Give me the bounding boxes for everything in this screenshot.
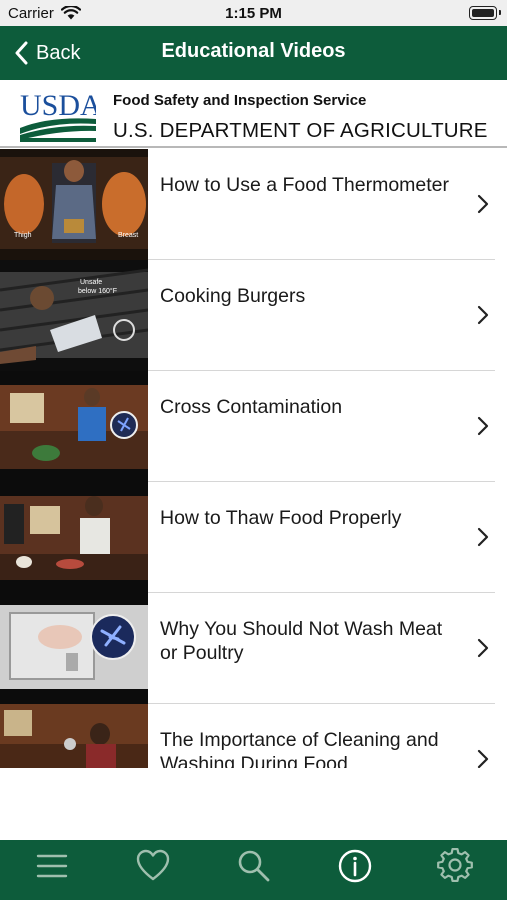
video-row-food-thermometer[interactable]: Thigh Breast How to Use a Food Thermomet… [0, 149, 507, 260]
chevron-right-icon [477, 305, 489, 325]
chevron-right-icon [477, 638, 489, 658]
video-list: Thigh Breast How to Use a Food Thermomet… [0, 149, 507, 768]
video-title: How to Use a Food Thermometer [160, 174, 450, 196]
tab-info[interactable] [337, 848, 373, 884]
agency-name: Food Safety and Inspection Service [113, 92, 367, 109]
chevron-right-icon [477, 194, 489, 214]
video-thumbnail: Thigh Breast [0, 149, 148, 260]
video-thumbnail [0, 704, 148, 768]
status-time: 1:15 PM [225, 5, 282, 22]
svg-text:Unsafe: Unsafe [80, 279, 102, 286]
search-icon [238, 850, 270, 882]
video-row-thaw-food[interactable]: How to Thaw Food Properly [0, 482, 507, 593]
video-title: The Importance of Cleaning and Washing D… [160, 729, 439, 768]
tab-search[interactable] [236, 848, 272, 884]
chevron-right-icon [477, 416, 489, 436]
usda-banner: USDA Food Safety and Inspection Service … [0, 80, 507, 148]
gear-icon [437, 848, 473, 883]
video-row-cooking-burgers[interactable]: Unsafe below 160°F Cooking Burgers [0, 260, 507, 371]
video-title: Why You Should Not Wash Meat or Poultry [160, 618, 443, 664]
svg-text:below 160°F: below 160°F [78, 287, 117, 295]
svg-text:Breast: Breast [118, 232, 138, 239]
video-row-wash-meat[interactable]: Why You Should Not Wash Meat or Poultry [0, 593, 507, 704]
video-title: Cross Contamination [160, 396, 343, 418]
svg-text:USDA: USDA [20, 89, 96, 122]
video-thumbnail [0, 371, 148, 482]
chevron-right-icon [477, 749, 489, 768]
tab-favorites[interactable] [135, 848, 171, 884]
svg-text:Thigh: Thigh [14, 232, 32, 239]
heart-icon [136, 849, 170, 881]
video-thumbnail [0, 593, 148, 704]
video-thumbnail: Unsafe below 160°F [0, 260, 148, 371]
department-name: U.S. DEPARTMENT OF AGRICULTURE [113, 119, 488, 142]
info-icon [338, 849, 372, 883]
chevron-right-icon [477, 527, 489, 547]
tab-menu[interactable] [34, 848, 70, 884]
usda-logo: USDA [20, 89, 96, 142]
tab-bar [0, 840, 507, 900]
chevron-left-icon [15, 41, 28, 65]
back-button[interactable]: Back [14, 36, 80, 70]
video-title: Cooking Burgers [160, 285, 306, 307]
video-row-cross-contamination[interactable]: Cross Contamination [0, 371, 507, 482]
menu-icon [36, 854, 68, 878]
video-thumbnail [0, 482, 148, 593]
nav-bar: Back Educational Videos [0, 26, 507, 80]
battery-icon [469, 6, 501, 20]
tab-settings[interactable] [437, 848, 473, 884]
video-title: How to Thaw Food Properly [160, 507, 402, 529]
status-bar: Carrier 1:15 PM [0, 0, 507, 26]
back-label: Back [36, 41, 81, 64]
video-row-cleaning-washing[interactable]: The Importance of Cleaning and Washing D… [0, 704, 507, 768]
